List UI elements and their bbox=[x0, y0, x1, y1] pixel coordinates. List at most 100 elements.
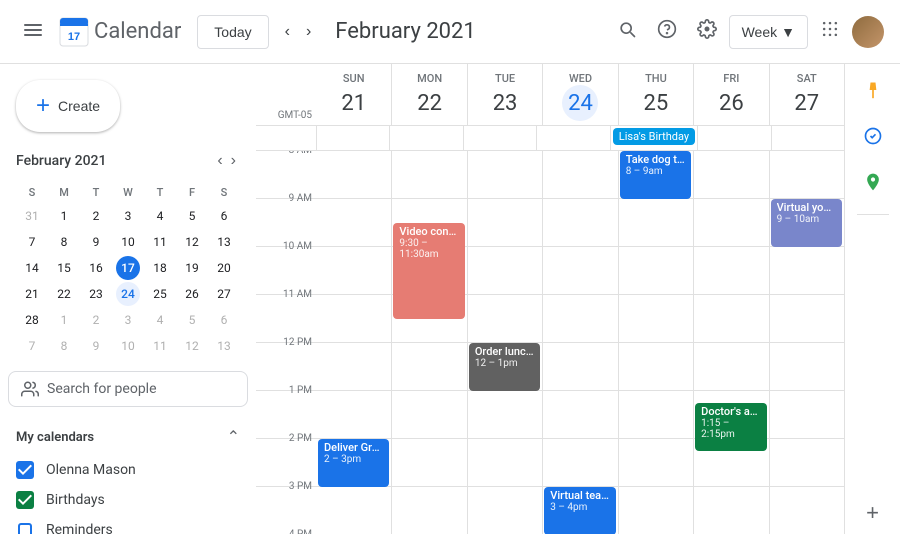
mini-day[interactable]: 2 bbox=[84, 204, 108, 228]
slot-cell[interactable] bbox=[618, 439, 693, 487]
create-button[interactable]: + Create bbox=[16, 80, 120, 132]
mini-day[interactable]: 21 bbox=[20, 282, 44, 306]
my-calendars-toggle[interactable]: ⌃ bbox=[227, 427, 240, 447]
slot-cell[interactable] bbox=[467, 199, 542, 247]
slot-cell[interactable] bbox=[618, 247, 693, 295]
slot-cell[interactable] bbox=[618, 343, 693, 391]
slot-cell[interactable] bbox=[618, 199, 693, 247]
calendar-event[interactable]: Virtual yoga clas9 – 10am bbox=[771, 199, 842, 247]
mini-day[interactable]: 8 bbox=[52, 230, 76, 254]
calendar-event[interactable]: Video conference9:30 – 11:30am bbox=[393, 223, 464, 319]
mini-day[interactable]: 3 bbox=[116, 204, 140, 228]
mini-day[interactable]: 17 bbox=[116, 256, 140, 280]
day-number[interactable]: 26 bbox=[713, 85, 749, 121]
mini-day[interactable]: 5 bbox=[180, 204, 204, 228]
mini-day[interactable]: 23 bbox=[84, 282, 108, 306]
mini-day[interactable]: 6 bbox=[212, 308, 236, 332]
slot-cell[interactable] bbox=[693, 247, 768, 295]
slot-cell[interactable] bbox=[391, 391, 466, 439]
mini-day[interactable]: 13 bbox=[212, 230, 236, 254]
allday-event[interactable]: Lisa's Birthday bbox=[613, 128, 695, 145]
mini-cal-prev[interactable]: ‹ bbox=[213, 148, 226, 174]
slot-cell[interactable] bbox=[693, 343, 768, 391]
slot-cell[interactable] bbox=[769, 487, 844, 534]
mini-day[interactable]: 22 bbox=[52, 282, 76, 306]
mini-day[interactable]: 15 bbox=[52, 256, 76, 280]
mini-day[interactable]: 26 bbox=[180, 282, 204, 306]
slot-cell[interactable] bbox=[769, 151, 844, 199]
slot-cell[interactable] bbox=[316, 487, 391, 534]
slot-cell[interactable] bbox=[467, 439, 542, 487]
help-button[interactable] bbox=[649, 11, 685, 52]
slot-cell[interactable] bbox=[467, 487, 542, 534]
search-button[interactable] bbox=[609, 11, 645, 52]
day-number[interactable]: 23 bbox=[487, 85, 523, 121]
mini-day[interactable]: 28 bbox=[20, 308, 44, 332]
mini-day[interactable]: 4 bbox=[148, 204, 172, 228]
slot-cell[interactable] bbox=[542, 199, 617, 247]
mini-day[interactable]: 16 bbox=[84, 256, 108, 280]
day-number[interactable]: 21 bbox=[336, 85, 372, 121]
slot-cell[interactable] bbox=[693, 199, 768, 247]
mini-day[interactable]: 1 bbox=[52, 308, 76, 332]
calendar-event[interactable]: Doctor's appoint1:15 – 2:15pm bbox=[695, 403, 766, 451]
avatar[interactable] bbox=[852, 16, 884, 48]
mini-day[interactable]: 27 bbox=[212, 282, 236, 306]
mini-day[interactable]: 6 bbox=[212, 204, 236, 228]
apps-button[interactable] bbox=[812, 11, 848, 52]
mini-day[interactable]: 11 bbox=[148, 334, 172, 358]
slot-cell[interactable] bbox=[467, 247, 542, 295]
slot-cell[interactable] bbox=[391, 487, 466, 534]
slot-cell[interactable] bbox=[769, 295, 844, 343]
calendar-event[interactable]: Deliver Grace's c2 – 3pm bbox=[318, 439, 389, 487]
mini-day[interactable]: 1 bbox=[52, 204, 76, 228]
slot-cell[interactable] bbox=[618, 487, 693, 534]
day-number[interactable]: 25 bbox=[638, 85, 674, 121]
slot-cell[interactable] bbox=[769, 247, 844, 295]
mini-day[interactable]: 4 bbox=[148, 308, 172, 332]
mini-day[interactable]: 3 bbox=[116, 308, 140, 332]
mini-day[interactable]: 14 bbox=[20, 256, 44, 280]
search-people[interactable]: Search for people bbox=[8, 371, 248, 407]
mini-day[interactable]: 5 bbox=[180, 308, 204, 332]
mini-day[interactable]: 31 bbox=[20, 204, 44, 228]
mini-day[interactable]: 2 bbox=[84, 308, 108, 332]
today-button[interactable]: Today bbox=[197, 15, 268, 49]
my-calendar-item[interactable]: Birthdays bbox=[0, 485, 256, 515]
mini-day[interactable]: 24 bbox=[116, 282, 140, 306]
slot-cell[interactable] bbox=[542, 295, 617, 343]
slot-cell[interactable] bbox=[316, 295, 391, 343]
calendar-event[interactable]: Order lunch for c12 – 1pm bbox=[469, 343, 540, 391]
mini-day[interactable]: 25 bbox=[148, 282, 172, 306]
slot-cell[interactable] bbox=[316, 343, 391, 391]
slot-cell[interactable] bbox=[542, 439, 617, 487]
slot-cell[interactable] bbox=[618, 295, 693, 343]
slot-cell[interactable] bbox=[467, 151, 542, 199]
slot-cell[interactable] bbox=[391, 151, 466, 199]
slot-cell[interactable] bbox=[316, 199, 391, 247]
keep-button[interactable] bbox=[855, 72, 891, 114]
slot-cell[interactable] bbox=[467, 391, 542, 439]
mini-cal-next[interactable]: › bbox=[227, 148, 240, 174]
slot-cell[interactable] bbox=[316, 247, 391, 295]
menu-button[interactable] bbox=[16, 13, 50, 50]
mini-day[interactable]: 18 bbox=[148, 256, 172, 280]
mini-day[interactable]: 8 bbox=[52, 334, 76, 358]
day-number[interactable]: 22 bbox=[412, 85, 448, 121]
view-selector[interactable]: Week ▼ bbox=[729, 15, 808, 49]
calendar-event[interactable]: Virtual team me3 – 4pm bbox=[544, 487, 615, 534]
slot-cell[interactable] bbox=[618, 391, 693, 439]
mini-day[interactable]: 12 bbox=[180, 334, 204, 358]
next-button[interactable]: › bbox=[298, 15, 319, 49]
prev-button[interactable]: ‹ bbox=[277, 15, 298, 49]
mini-day[interactable]: 19 bbox=[180, 256, 204, 280]
slot-cell[interactable] bbox=[542, 151, 617, 199]
mini-day[interactable]: 9 bbox=[84, 334, 108, 358]
mini-day[interactable]: 20 bbox=[212, 256, 236, 280]
my-calendars-header[interactable]: My calendars ⌃ bbox=[0, 419, 256, 455]
calendar-event[interactable]: Take dog to the8 – 9am bbox=[620, 151, 691, 199]
slot-cell[interactable] bbox=[467, 295, 542, 343]
slot-cell[interactable] bbox=[542, 391, 617, 439]
mini-day[interactable]: 7 bbox=[20, 230, 44, 254]
slot-cell[interactable] bbox=[542, 247, 617, 295]
